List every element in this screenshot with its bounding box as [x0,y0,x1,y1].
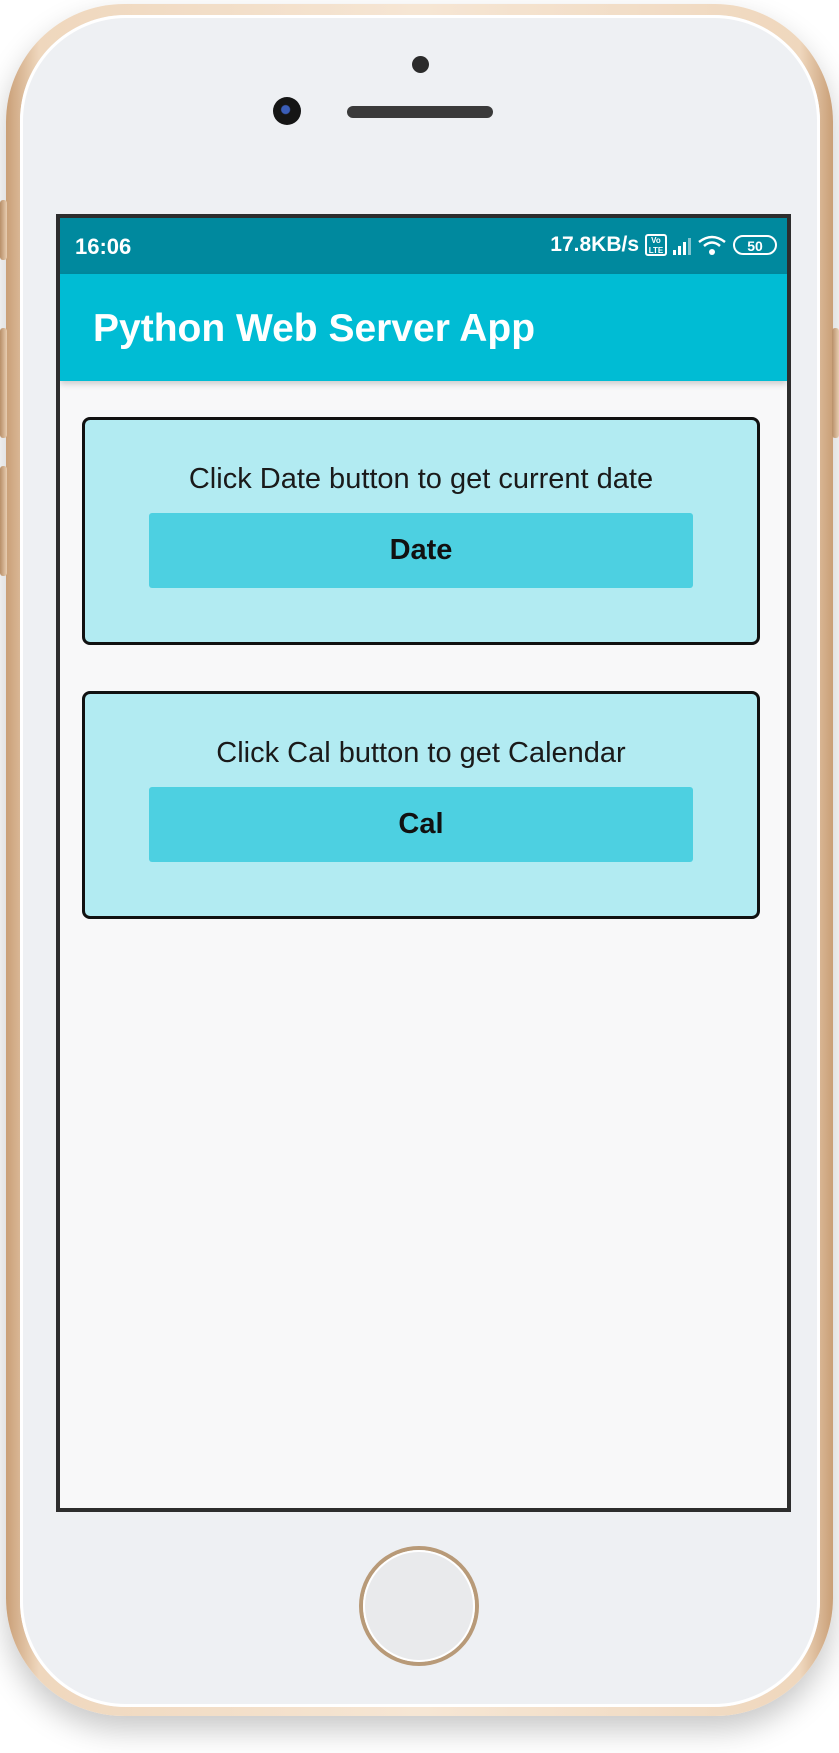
volte-icon: Vo LTE [645,234,667,256]
date-card-description: Click Date button to get current date [188,463,654,495]
status-icons: 17.8KB/s Vo LTE 50 [550,230,777,260]
proximity-sensor [412,56,429,73]
home-button[interactable] [363,1550,475,1662]
power-button [832,328,839,438]
app-screen: 16:06 17.8KB/s Vo LTE 50 Python Web Serv… [56,214,791,1512]
calendar-card: Click Cal button to get Calendar Cal [82,691,760,919]
calendar-card-description: Click Cal button to get Calendar [216,737,626,769]
status-bar: 16:06 17.8KB/s Vo LTE 50 [60,218,787,274]
cal-button[interactable]: Cal [149,787,693,862]
front-camera-icon [273,97,301,125]
wifi-icon [697,234,727,256]
app-title: Python Web Server App [93,307,536,350]
battery-icon: 50 [733,235,777,255]
earpiece-speaker [347,106,493,118]
volume-toggle-button [0,200,7,260]
signal-bars-icon [673,235,691,255]
date-card: Click Date button to get current date Da… [82,417,760,645]
network-speed: 17.8KB/s [550,233,639,256]
volume-down-button [0,466,7,576]
date-button[interactable]: Date [149,513,693,588]
volume-up-button [0,328,7,438]
status-time: 16:06 [75,234,132,259]
app-bar: Python Web Server App [60,274,787,381]
